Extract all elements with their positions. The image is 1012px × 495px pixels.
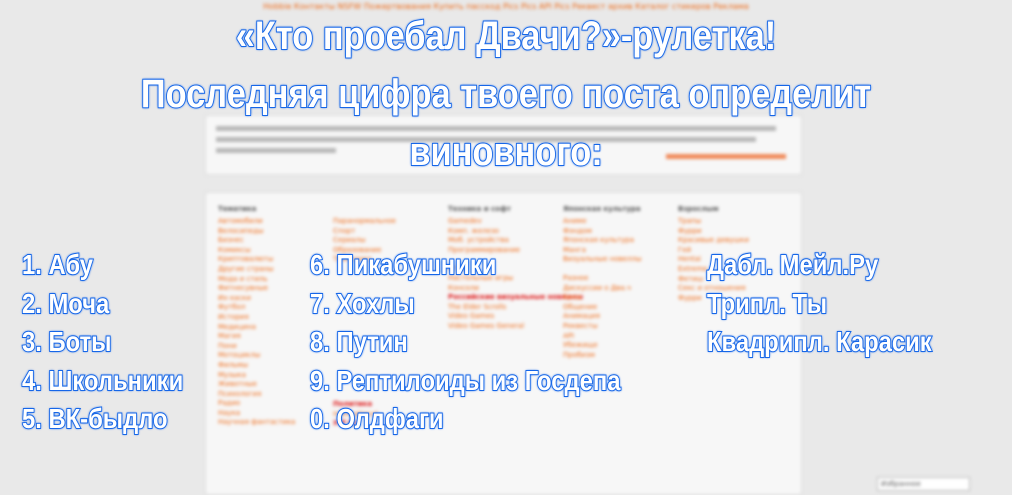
title-line-3: виновного: (408, 129, 603, 175)
board-link[interactable]: Японская культура (563, 236, 673, 246)
board-column-heading: Взрослым (678, 205, 719, 213)
board-column-heading: Японская культура (563, 205, 641, 213)
favorites-select[interactable]: Избранное (877, 477, 970, 491)
list-item: 5. ВК-быдло (21, 402, 168, 435)
board-link[interactable]: Комп. железо (448, 227, 558, 237)
board-column-heading: Тематика (218, 205, 257, 213)
board-link[interactable]: Спорт (333, 227, 443, 237)
list-item: Дабл. Мейл.Ру (706, 248, 879, 281)
board-link[interactable]: Gamedev (448, 217, 558, 227)
title-line-2: Последняя цифра твоего поста определит (140, 71, 872, 117)
board-link[interactable]: Паранормальное (333, 217, 443, 227)
board-link[interactable]: Красивые девушки (678, 236, 788, 246)
list-item: Квадрипл. Карасик (706, 325, 932, 358)
top-links-bar: Hobbie Контакты NSFW Пожертвования Купит… (263, 2, 749, 11)
board-link[interactable]: Бизнес (218, 236, 328, 246)
title-line-1: «Кто проебал Двачи?»-рулетка! (235, 13, 777, 59)
board-link[interactable]: Фурри (678, 227, 788, 237)
list-item: 8. Путин (309, 325, 408, 358)
list-item: 3. Боты (21, 325, 112, 358)
board-link[interactable]: Фэндом (563, 227, 673, 237)
roulette-list-left: 1. Абу 2. Моча 3. Боты 4. Школьники 5. В… (21, 248, 212, 441)
list-item: 7. Хохлы (309, 287, 415, 320)
roulette-list-middle: 6. Пикабушники 7. Хохлы 8. Путин 9. Репт… (309, 248, 675, 441)
board-link[interactable]: Трапы (678, 217, 788, 227)
board-link[interactable]: Автомобили (218, 217, 328, 227)
list-item: 4. Школьники (21, 364, 184, 397)
list-item: 9. Рептилоиды из Госдепа (309, 364, 621, 397)
board-link[interactable]: Моб. устройства (448, 236, 558, 246)
board-link[interactable]: Аниме (563, 217, 673, 227)
list-item: 6. Пикабушники (309, 248, 497, 281)
list-item: 0. Олдфаги (309, 402, 444, 435)
list-item: 2. Моча (21, 287, 110, 320)
board-column-heading (333, 205, 443, 213)
board-column-heading: Техника и софт (448, 205, 511, 213)
roulette-list-right: Дабл. Мейл.Ру Трипл. Ты Квадрипл. Караси… (706, 248, 971, 364)
board-link[interactable]: Сериалы (333, 236, 443, 246)
board-link[interactable]: Велосипеды (218, 227, 328, 237)
list-item: 1. Абу (21, 248, 94, 281)
list-item: Трипл. Ты (706, 287, 828, 320)
